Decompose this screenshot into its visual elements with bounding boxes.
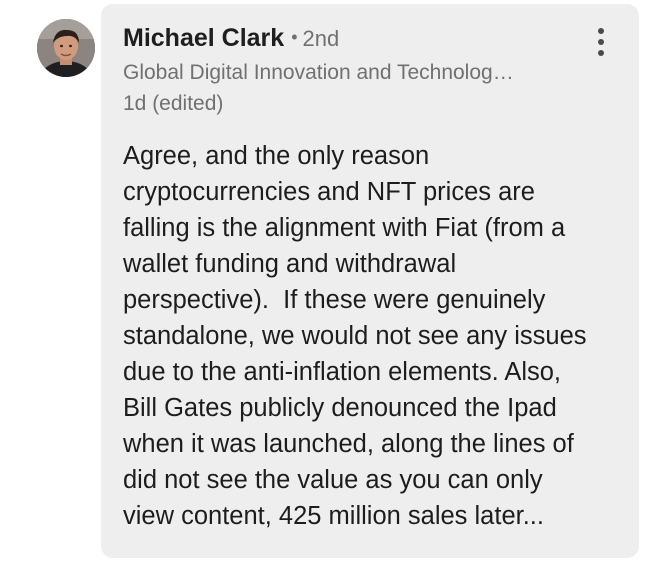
- separator-dot: •: [291, 27, 298, 47]
- comment-text-line: wallet funding and withdrawal: [123, 250, 457, 278]
- comment-text-line: view content, 425 million sales later...: [123, 502, 544, 530]
- comment-thread-item: Michael Clark • 2nd Global Digital Innov…: [0, 0, 660, 578]
- vertical-ellipsis-icon: [598, 50, 604, 56]
- comment-text-line: cryptocurrencies and NFT prices are: [123, 178, 535, 206]
- profile-photo-icon: [37, 19, 95, 77]
- comment-text-line: standalone, we would not see any issues: [123, 322, 587, 350]
- comment-text-line: due to the anti-inflation elements. Also…: [123, 358, 562, 386]
- comment-text-line: falling is the alignment with Fiat (from…: [123, 214, 566, 242]
- avatar[interactable]: [37, 19, 95, 77]
- comment-text[interactable]: Agree, and the only reason cryptocurrenc…: [123, 138, 623, 534]
- vertical-ellipsis-icon: [598, 28, 604, 34]
- comment-text-line: Bill Gates publicly denounced the Ipad: [123, 394, 557, 422]
- vertical-ellipsis-icon: [598, 39, 604, 45]
- comment-text-line: when it was launched, along the lines of: [123, 430, 574, 458]
- more-options-button[interactable]: [589, 24, 613, 60]
- comment-bubble: Michael Clark • 2nd Global Digital Innov…: [101, 4, 639, 558]
- comment-text-line: did not see the value as you can only: [123, 466, 543, 494]
- author-name[interactable]: Michael Clark: [123, 24, 284, 53]
- connection-degree: 2nd: [302, 26, 340, 51]
- comment-text-line: Agree, and the only reason: [123, 142, 430, 170]
- author-row: Michael Clark • 2nd: [123, 24, 339, 56]
- comment-text-line: perspective). If these were genuinely: [123, 286, 546, 314]
- author-headline: Global Digital Innovation and Technolog…: [123, 61, 514, 84]
- comment-timestamp: 1d (edited): [123, 92, 224, 115]
